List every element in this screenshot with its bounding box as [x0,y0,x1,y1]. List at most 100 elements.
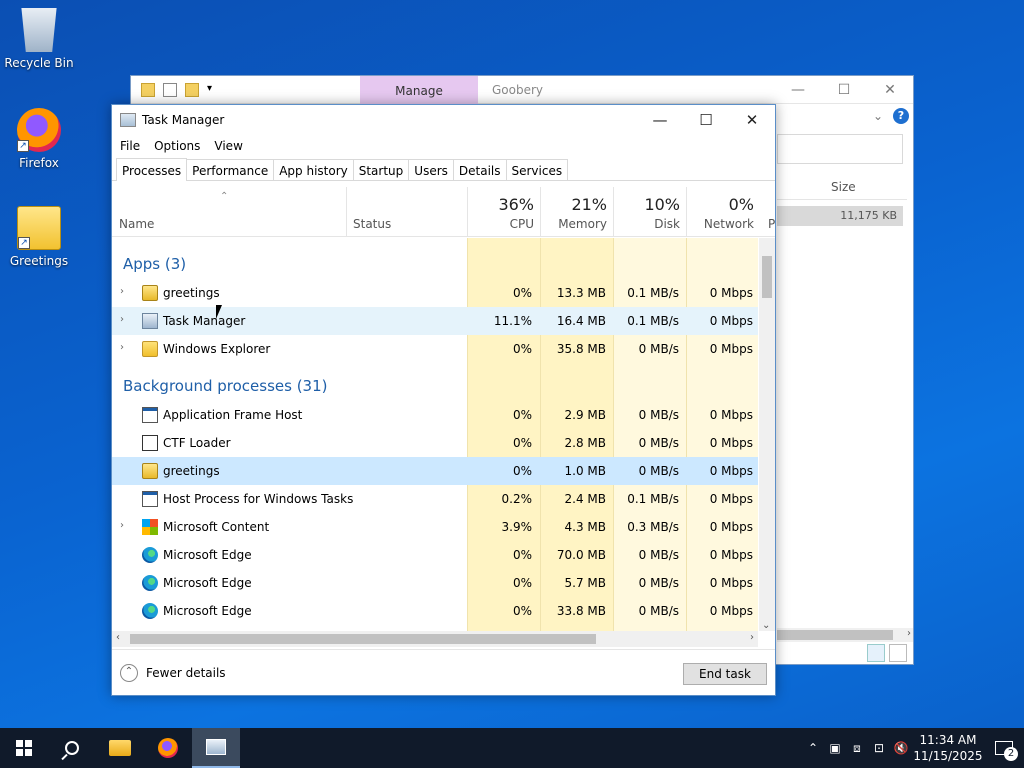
horizontal-scrollbar[interactable]: ‹ › [112,631,758,647]
scrollbar-thumb[interactable] [762,256,772,298]
chevron-down-icon[interactable]: ⌄ [873,109,883,123]
vertical-scrollbar[interactable]: ⌄ [759,238,775,631]
table-row[interactable]: Microsoft Edge 0% 33.8 MB 0 MB/s 0 Mbps [112,597,758,625]
column-header-status-label: Status [353,217,392,231]
chevron-up-icon: ⌃ [120,664,138,682]
chevron-up-icon[interactable]: ⌃ [802,741,824,755]
minimize-button[interactable]: — [637,105,683,135]
table-row[interactable]: Microsoft Edge 0% 70.0 MB 0 MB/s 0 Mbps [112,541,758,569]
memory-value: 13.3 MB [556,286,606,300]
tab-details[interactable]: Details [453,159,507,180]
tab-services[interactable]: Services [506,159,569,180]
maximize-button[interactable]: ☐ [821,82,867,98]
clock-date: 11/15/2025 [913,749,983,763]
table-row[interactable]: Microsoft Edge 0% 5.7 MB 0 MB/s 0 Mbps [112,569,758,597]
tab-users[interactable]: Users [409,159,454,180]
column-header-name[interactable]: Name [119,217,154,231]
cpu-label: CPU [509,217,534,231]
table-row[interactable]: CTF Loader 0% 2.8 MB 0 MB/s 0 Mbps [112,429,758,457]
group-header-background: Background processes (31) [112,364,758,400]
help-icon[interactable]: ? [893,108,909,124]
start-button[interactable] [0,728,48,768]
column-header-disk[interactable]: 10% Disk [613,187,686,237]
table-row[interactable]: › Windows Explorer 0% 35.8 MB 0 MB/s 0 M… [112,335,758,363]
tab-app-history[interactable]: App history [274,159,354,180]
window-title: Task Manager [142,113,225,127]
task-manager-window[interactable]: Task Manager — ☐ ✕ File Options View Pro… [111,104,776,696]
column-header-power[interactable]: P [768,217,775,231]
firefox-icon: ↗ [17,108,61,152]
taskbar-file-explorer[interactable] [96,728,144,768]
close-button[interactable]: ✕ [729,105,775,135]
chevron-down-icon[interactable]: ▾ [207,83,212,97]
table-row[interactable]: › Microsoft Content 3.9% 4.3 MB 0.3 MB/s… [112,513,758,541]
taskbar-task-manager[interactable] [192,728,240,768]
tab-performance[interactable]: Performance [187,159,275,180]
mouse-cursor-icon [216,305,222,319]
disk-value: 0.3 MB/s [627,520,679,534]
task-manager-titlebar: Task Manager — ☐ ✕ [112,105,775,135]
chevron-down-icon[interactable]: ⌄ [762,620,770,631]
new-folder-icon[interactable] [185,82,199,97]
chevron-right-icon[interactable]: › [907,628,911,639]
table-row[interactable]: Host Process for Windows Tasks 0.2% 2.4 … [112,485,758,513]
column-header-memory[interactable]: 21% Memory [540,187,613,237]
table-row[interactable]: › greetings 0% 13.3 MB 0.1 MB/s 0 Mbps [112,279,758,307]
maximize-button[interactable]: ☐ [683,105,729,135]
edge-icon [142,547,158,563]
tab-processes[interactable]: Processes [116,158,188,181]
column-header-size[interactable]: Size [777,176,907,200]
minimize-button[interactable]: — [775,82,821,98]
column-header-cpu[interactable]: 36% CPU [467,187,540,237]
chevron-right-icon[interactable]: › [120,314,124,325]
tab-startup[interactable]: Startup [353,159,410,180]
volume-muted-icon[interactable]: 🔇 [890,741,912,755]
search-input[interactable] [777,134,903,164]
device-icon[interactable]: ⧈ [846,741,868,756]
clock[interactable]: 11:34 AM 11/15/2025 [912,732,984,764]
network-value: 0 Mbps [709,286,753,300]
large-icons-view-button[interactable] [889,644,907,662]
properties-icon[interactable] [163,82,177,97]
cpu-value: 0% [512,436,532,450]
chevron-right-icon[interactable]: › [120,520,124,531]
table-row[interactable]: Application Frame Host 0% 2.9 MB 0 MB/s … [112,401,758,429]
fewer-details-button[interactable]: ⌃ Fewer details [120,664,226,682]
chevron-right-icon[interactable]: › [120,342,124,353]
search-button[interactable] [48,728,96,768]
chevron-left-icon[interactable]: ‹ [116,632,120,643]
process-name: CTF Loader [163,436,231,450]
process-list[interactable]: Apps (3) › greetings 0% 13.3 MB 0.1 MB/s… [112,238,758,631]
scrollbar-thumb[interactable] [130,634,596,644]
network-total: 0% [728,195,754,214]
manage-tab[interactable]: Manage [360,75,478,104]
close-button[interactable]: ✕ [867,82,913,98]
fewer-details-label: Fewer details [146,666,226,680]
details-view-button[interactable] [867,644,885,662]
notification-center-button[interactable]: 2 [984,728,1024,768]
chevron-right-icon[interactable]: › [120,286,124,297]
cpu-value: 3.9% [501,520,533,534]
menu-view[interactable]: View [214,139,242,153]
desktop-icon-greetings[interactable]: ↗ Greetings [1,206,77,268]
chevron-right-icon[interactable]: › [750,632,754,643]
scrollbar-thumb[interactable] [777,630,893,640]
taskbar-firefox[interactable] [144,728,192,768]
table-row[interactable]: greetings 0% 1.0 MB 0 MB/s 0 Mbps [112,457,758,485]
disk-value: 0 MB/s [638,548,679,562]
column-header-status[interactable]: Status [346,187,467,237]
display-icon[interactable]: ▣ [824,741,846,755]
network-icon[interactable]: ⊡ [868,741,890,755]
desktop-icon-firefox[interactable]: ↗ Firefox [1,108,77,170]
column-header-network[interactable]: 0% Network [686,187,760,237]
app-frame-icon [142,491,158,507]
memory-value: 2.8 MB [564,436,606,450]
table-row[interactable]: › Task Manager 11.1% 16.4 MB 0.1 MB/s 0 … [112,307,758,335]
horizontal-scrollbar[interactable]: › [777,628,913,642]
end-task-button[interactable]: End task [683,663,767,685]
menu-options[interactable]: Options [154,139,200,153]
menu-file[interactable]: File [120,139,140,153]
network-value: 0 Mbps [709,576,753,590]
desktop-icon-recycle-bin[interactable]: Recycle Bin [1,8,77,70]
disk-value: 0 MB/s [638,464,679,478]
